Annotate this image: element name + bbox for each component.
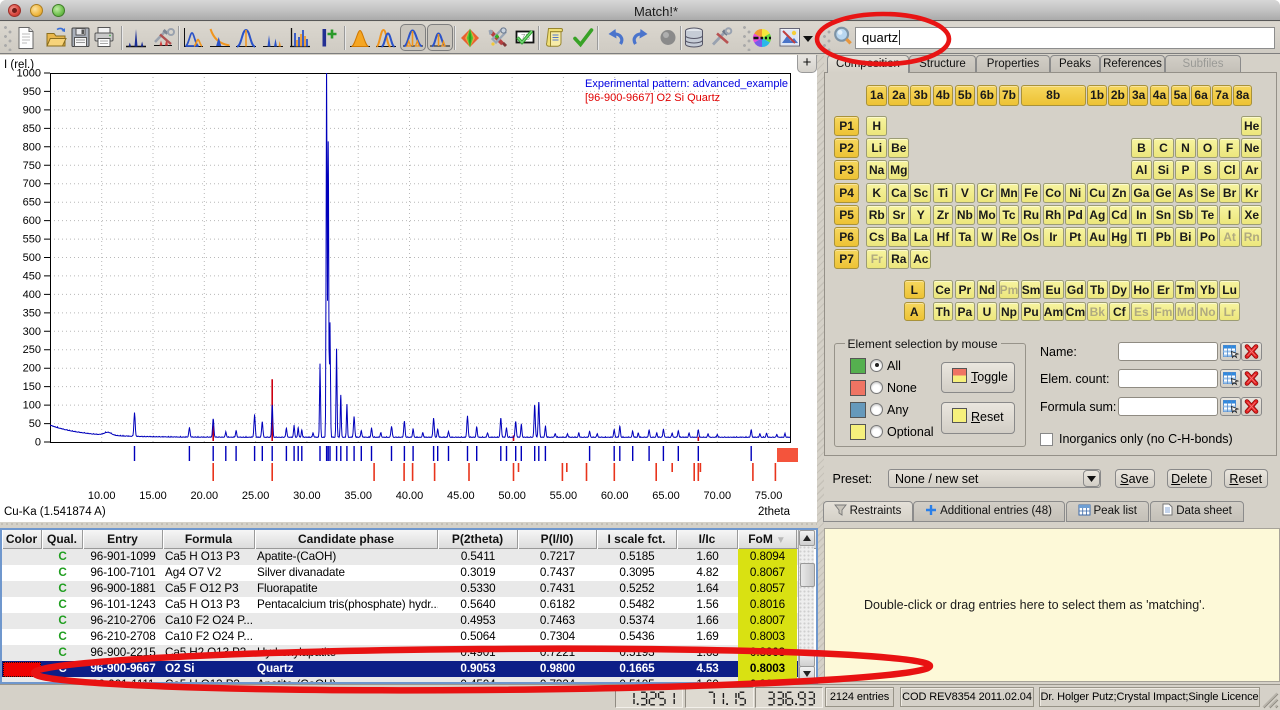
svg-text:2theta: 2theta [758,506,791,518]
svg-text:Cu-Ka (1.541874 A): Cu-Ka (1.541874 A) [4,506,106,518]
svg-text:400: 400 [23,289,41,301]
svg-text:50.00: 50.00 [498,490,526,502]
svg-text:Experimental pattern: advanced: Experimental pattern: advanced_example [585,78,788,90]
svg-text:0: 0 [35,437,41,449]
svg-text:200: 200 [23,363,41,375]
svg-text:350: 350 [23,307,41,319]
svg-text:[96-900-9667] O2 Si Quartz: [96-900-9667] O2 Si Quartz [585,92,720,104]
svg-text:750: 750 [23,160,41,172]
svg-text:550: 550 [23,234,41,246]
svg-text:25.00: 25.00 [242,490,270,502]
svg-text:50: 50 [29,418,41,430]
svg-text:800: 800 [23,141,41,153]
svg-text:35.00: 35.00 [344,490,372,502]
svg-text:45.00: 45.00 [447,490,475,502]
svg-text:70.00: 70.00 [704,490,732,502]
svg-text:30.00: 30.00 [293,490,321,502]
svg-text:700: 700 [23,178,41,190]
svg-text:40.00: 40.00 [396,490,424,502]
svg-text:55.00: 55.00 [550,490,578,502]
svg-text:500: 500 [23,252,41,264]
svg-text:450: 450 [23,270,41,282]
svg-text:900: 900 [23,104,41,116]
svg-text:65.00: 65.00 [652,490,680,502]
svg-text:150: 150 [23,381,41,393]
svg-text:60.00: 60.00 [601,490,629,502]
svg-text:I (rel.): I (rel.) [4,59,34,71]
svg-text:75.00: 75.00 [755,490,783,502]
svg-text:10.00: 10.00 [88,490,116,502]
svg-text:20.00: 20.00 [191,490,219,502]
svg-text:650: 650 [23,197,41,209]
svg-text:600: 600 [23,215,41,227]
svg-text:850: 850 [23,123,41,135]
svg-text:15.00: 15.00 [139,490,167,502]
svg-text:250: 250 [23,344,41,356]
svg-text:100: 100 [23,400,41,412]
svg-text:300: 300 [23,326,41,338]
svg-text:950: 950 [23,86,41,98]
